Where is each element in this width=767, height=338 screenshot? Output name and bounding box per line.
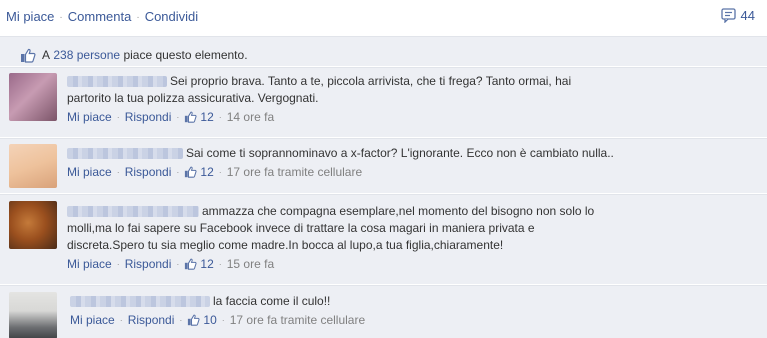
thumbs-up-icon bbox=[185, 111, 197, 123]
comment-meta: Mi piace · Rispondi · 12 · 15 ore fa bbox=[67, 257, 697, 271]
comment-like-link[interactable]: Mi piace bbox=[67, 165, 112, 179]
comment-author[interactable] bbox=[67, 206, 199, 218]
comment-timestamp[interactable]: 17 ore fa tramite cellulare bbox=[227, 165, 362, 179]
comment-text: la faccia come il culo!! bbox=[70, 293, 697, 310]
comment-item: la faccia come il culo!! Mi piace · Rispon… bbox=[0, 285, 767, 338]
comment-item: Sei proprio brava. Tanto a te, piccola a… bbox=[0, 67, 767, 137]
comment-text-line: discreta.Spero tu sia meglio come madre.… bbox=[67, 238, 504, 252]
comment-item: Sai come ti soprannominavo a x-factor? L… bbox=[0, 138, 767, 193]
separator-dot: · bbox=[218, 259, 222, 269]
comment-item: ammazza che compagna esemplare,nel momen… bbox=[0, 194, 767, 284]
comment-text-line: Sei proprio brava. Tanto a te, piccola a… bbox=[170, 74, 572, 88]
comment-like-link[interactable]: Mi piace bbox=[67, 257, 112, 271]
comment-reply-link[interactable]: Rispondi bbox=[125, 110, 172, 124]
like-link[interactable]: Mi piace bbox=[6, 9, 54, 24]
thumbs-up-icon bbox=[185, 166, 197, 178]
comment-likes-count: 10 bbox=[203, 313, 217, 327]
comment-likes[interactable]: 12 bbox=[184, 257, 214, 271]
comment-meta: Mi piace · Rispondi · 12 · 17 ore fa tramite c… bbox=[67, 165, 697, 179]
comment-meta: Mi piace · Rispondi · 12 · 14 ore fa bbox=[67, 110, 697, 124]
comment-text: Sei proprio brava. Tanto a te, piccola a… bbox=[67, 73, 697, 107]
comment-text: Sai come ti soprannominavo a x-factor? L… bbox=[67, 145, 697, 162]
separator-dot: · bbox=[136, 12, 140, 23]
comment-timestamp[interactable]: 17 ore fa tramite cellulare bbox=[230, 313, 365, 327]
comment-likes[interactable]: 10 bbox=[187, 313, 217, 327]
comment-text-line: molli,ma lo fai sapere su Facebook invec… bbox=[67, 221, 535, 235]
comment-likes-count: 12 bbox=[200, 110, 214, 124]
comment-text-line: ammazza che compagna esemplare,nel momen… bbox=[202, 204, 595, 218]
avatar[interactable] bbox=[9, 144, 57, 188]
comment-meta: Mi piace · Rispondi · 10 · 17 ore fa tramite c… bbox=[70, 313, 697, 327]
comment-like-link[interactable]: Mi piace bbox=[70, 313, 115, 327]
separator-dot: · bbox=[59, 12, 63, 23]
share-link[interactable]: Condividi bbox=[145, 9, 198, 24]
comment-reply-link[interactable]: Rispondi bbox=[125, 257, 172, 271]
comment-count-value: 44 bbox=[740, 8, 755, 23]
likes-prefix: A bbox=[42, 48, 51, 62]
comment-text-line: partorito la tua polizza assicurativa. V… bbox=[67, 91, 319, 105]
likes-suffix: piace questo elemento. bbox=[123, 48, 248, 62]
separator-dot: · bbox=[176, 259, 180, 269]
thumbs-up-icon bbox=[185, 258, 197, 270]
comment-likes[interactable]: 12 bbox=[184, 110, 214, 124]
separator-dot: · bbox=[176, 167, 180, 177]
post-action-bar: Mi piace · Commenta · Condividi 44 bbox=[0, 0, 767, 33]
comment-like-link[interactable]: Mi piace bbox=[67, 110, 112, 124]
comment-likes-count: 12 bbox=[200, 257, 214, 271]
separator-dot: · bbox=[119, 315, 123, 325]
separator-dot: · bbox=[176, 112, 180, 122]
separator-dot: · bbox=[116, 259, 120, 269]
comment-author[interactable] bbox=[70, 296, 210, 308]
likes-summary: A 238 persone piace questo elemento. bbox=[0, 36, 767, 66]
comment-likes-count: 12 bbox=[200, 165, 214, 179]
avatar[interactable] bbox=[9, 73, 57, 121]
comment-timestamp[interactable]: 15 ore fa bbox=[227, 257, 274, 271]
comment-text-line: la faccia come il culo!! bbox=[213, 294, 331, 308]
comment-author[interactable] bbox=[67, 148, 183, 160]
thumbs-up-icon bbox=[21, 48, 36, 63]
separator-dot: · bbox=[116, 167, 120, 177]
separator-dot: · bbox=[179, 315, 183, 325]
avatar[interactable] bbox=[9, 201, 57, 249]
separator-dot: · bbox=[116, 112, 120, 122]
comment-link[interactable]: Commenta bbox=[68, 9, 132, 24]
facebook-post-footer: Mi piace · Commenta · Condividi 44 A 238 per… bbox=[0, 0, 767, 338]
comment-text: ammazza che compagna esemplare,nel momen… bbox=[67, 203, 697, 254]
likes-people-link[interactable]: 238 persone bbox=[53, 48, 120, 62]
comment-reply-link[interactable]: Rispondi bbox=[125, 165, 172, 179]
comment-likes[interactable]: 12 bbox=[184, 165, 214, 179]
comment-timestamp[interactable]: 14 ore fa bbox=[227, 110, 274, 124]
avatar[interactable] bbox=[9, 292, 57, 338]
thumbs-up-icon bbox=[188, 314, 200, 326]
separator-dot: · bbox=[218, 112, 222, 122]
comment-count[interactable]: 44 bbox=[720, 8, 755, 23]
separator-dot: · bbox=[218, 167, 222, 177]
separator-dot: · bbox=[221, 315, 225, 325]
comment-author[interactable] bbox=[67, 76, 167, 88]
comment-icon bbox=[720, 8, 736, 23]
comment-reply-link[interactable]: Rispondi bbox=[128, 313, 175, 327]
comment-text-line: Sai come ti soprannominavo a x-factor? L… bbox=[186, 146, 614, 160]
